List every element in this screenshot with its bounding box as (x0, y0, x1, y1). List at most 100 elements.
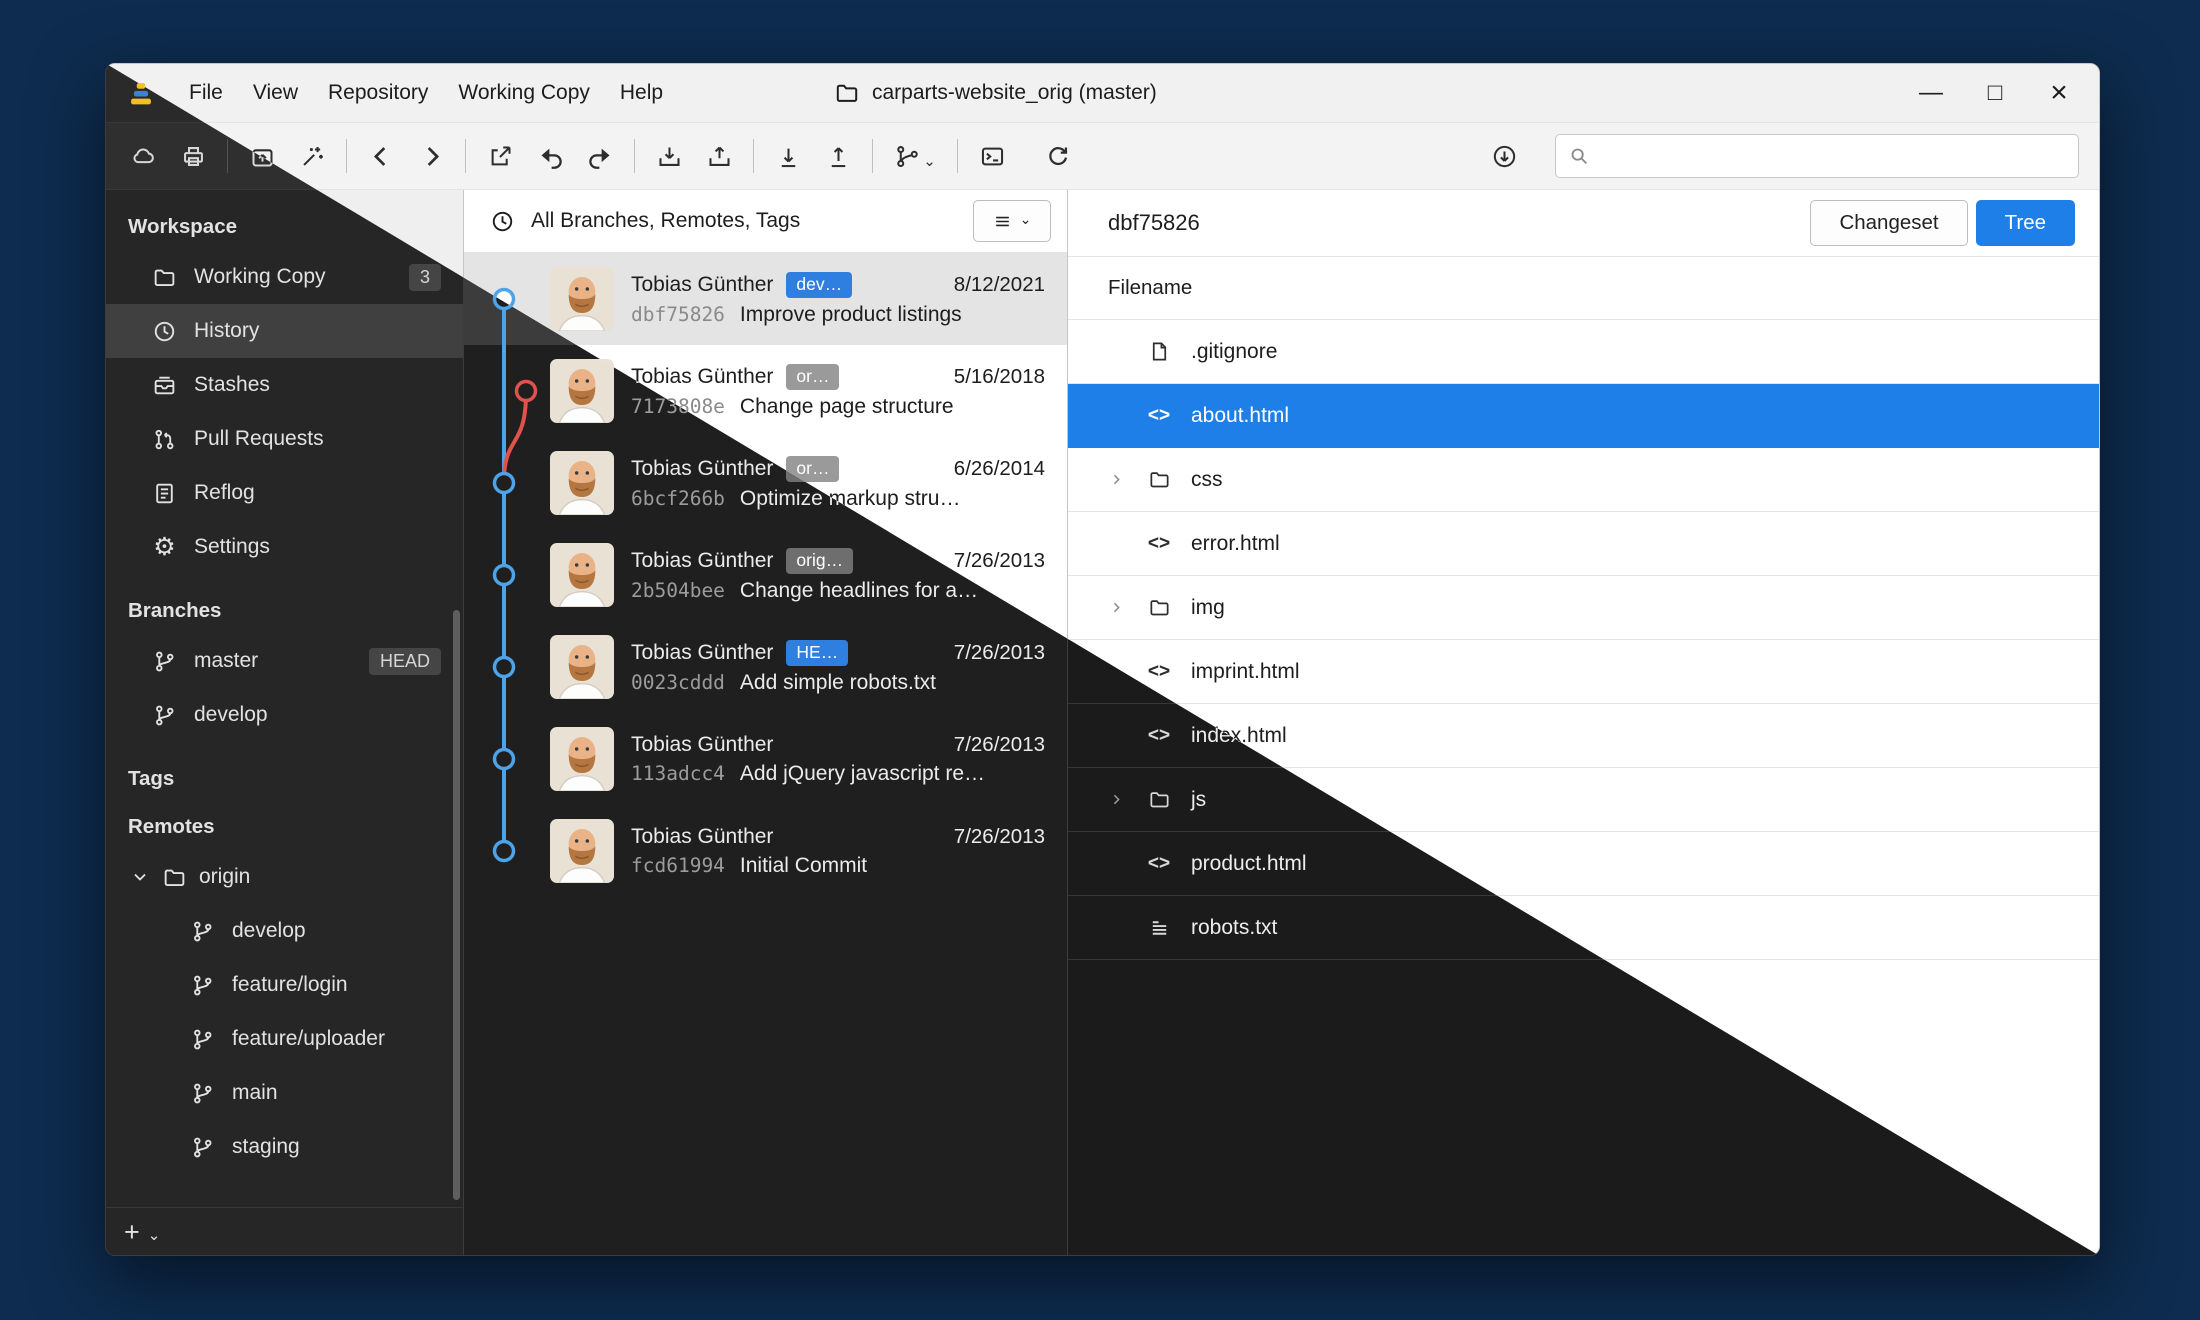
branch-label: feature/uploader (232, 1027, 385, 1051)
commit-content: Tobias Günther 7/26/2013 113adcc4 Add jQ… (631, 733, 1067, 786)
push-button[interactable] (813, 133, 863, 179)
commit-date: 7/26/2013 (954, 549, 1045, 573)
toolbar-separator (753, 139, 754, 173)
branch-badge: or… (786, 364, 839, 390)
sidebar-item-branch-master[interactable]: master HEAD (106, 634, 463, 688)
window-title-text: carparts-website_orig (master) (872, 81, 1157, 105)
sidebar-item-stashes[interactable]: Stashes (106, 358, 463, 412)
chevron-down-icon[interactable] (130, 867, 150, 887)
expand-chevron-icon[interactable] (1108, 599, 1144, 616)
sidebar-item-remote-branch-feature-uploader[interactable]: feature/uploader (106, 1012, 463, 1066)
stash-icon (152, 373, 177, 398)
arrow-down-to-line-icon (775, 143, 802, 170)
commit-row[interactable]: Tobias Günther dev… 8/12/2021 dbf75826 I… (464, 253, 1067, 345)
folder-icon (834, 80, 860, 106)
working-copy-count-badge: 3 (409, 264, 441, 291)
menu-working-copy[interactable]: Working Copy (443, 81, 605, 105)
fetch-button[interactable] (1479, 133, 1529, 179)
document-icon (152, 481, 177, 506)
folder-name: js (1191, 788, 1206, 812)
file-row[interactable]: <> imprint.html (1068, 640, 2099, 704)
commit-date: 6/26/2014 (954, 457, 1045, 481)
print-button[interactable] (168, 133, 218, 179)
commit-content: Tobias Günther dev… 8/12/2021 dbf75826 I… (631, 272, 1067, 327)
tree-button[interactable]: Tree (1976, 200, 2075, 246)
terminal-icon (979, 143, 1006, 170)
file-icon (1144, 340, 1174, 363)
close-button[interactable]: × (2027, 64, 2091, 122)
sidebar-item-history[interactable]: History (106, 304, 463, 358)
sidebar-item-remote-origin[interactable]: origin (106, 850, 463, 904)
changeset-button[interactable]: Changeset (1810, 200, 1967, 246)
undo-arrow-icon (537, 143, 564, 170)
window-title: carparts-website_orig (master) (834, 64, 1157, 122)
filename-column-header: Filename (1068, 256, 2099, 320)
menu-file[interactable]: File (174, 81, 238, 105)
tray-down-icon (656, 143, 683, 170)
folder-row[interactable]: css (1068, 448, 2099, 512)
branch-icon (190, 919, 215, 944)
detail-header: dbf75826 Changeset Tree (1068, 190, 2099, 256)
folder-icon (162, 865, 187, 890)
toolbar-separator (957, 139, 958, 173)
sidebar-item-settings[interactable]: ⚙ Settings (106, 520, 463, 574)
commit-author: Tobias Günther (631, 549, 773, 573)
expand-chevron-icon[interactable] (1108, 791, 1144, 808)
stash-button[interactable] (644, 133, 694, 179)
sidebar-item-reflog[interactable]: Reflog (106, 466, 463, 520)
menu-repository[interactable]: Repository (313, 81, 443, 105)
file-row[interactable]: .gitignore (1068, 320, 2099, 384)
code-file-icon: <> (1144, 661, 1174, 683)
refresh-button[interactable] (1031, 133, 1081, 179)
file-row[interactable]: <> error.html (1068, 512, 2099, 576)
menu-view[interactable]: View (238, 81, 313, 105)
toolbar-separator (346, 139, 347, 173)
search-input[interactable] (1600, 144, 2066, 169)
terminal-button[interactable] (967, 133, 1017, 179)
sidebar-scrollbar[interactable] (453, 610, 460, 1200)
cloud-services-button[interactable] (118, 133, 168, 179)
branch-label: feature/login (232, 973, 348, 997)
history-options-button[interactable]: ⌄ (973, 200, 1051, 242)
undo-button[interactable] (525, 133, 575, 179)
folder-row[interactable]: img (1068, 576, 2099, 640)
sidebar-item-pull-requests[interactable]: Pull Requests (106, 412, 463, 466)
branch-icon (152, 649, 177, 674)
minimize-button[interactable]: — (1899, 64, 1963, 122)
remote-label: origin (199, 865, 250, 889)
window-controls: — □ × (1899, 64, 2091, 122)
quick-actions-button[interactable] (287, 133, 337, 179)
commit-hash: 2b504bee (631, 579, 725, 602)
commit-row[interactable]: Tobias Günther 7/26/2013 113adcc4 Add jQ… (464, 713, 1067, 805)
add-button[interactable]: + (124, 1219, 140, 1246)
folder-name: img (1191, 596, 1225, 620)
commit-row[interactable]: Tobias Günther HE… 7/26/2013 0023cddd Ad… (464, 621, 1067, 713)
branch-label: staging (232, 1135, 300, 1159)
merge-button[interactable]: ⌄ (882, 133, 948, 179)
menu-help[interactable]: Help (605, 81, 678, 105)
apply-stash-button[interactable] (694, 133, 744, 179)
sidebar-item-label: History (194, 319, 259, 343)
sidebar-item-remote-branch-staging[interactable]: staging (106, 1120, 463, 1174)
checkout-button[interactable] (475, 133, 525, 179)
search-icon (1568, 145, 1590, 167)
history-back-button[interactable] (356, 133, 406, 179)
commit-row[interactable]: Tobias Günther 7/26/2013 fcd61994 Initia… (464, 805, 1067, 897)
arrow-up-from-line-icon (825, 143, 852, 170)
maximize-button[interactable]: □ (1963, 64, 2027, 122)
commit-content: Tobias Günther or… 5/16/2018 7173808e Ch… (631, 364, 1067, 419)
sidebar-item-working-copy[interactable]: Working Copy 3 (106, 250, 463, 304)
branch-icon (190, 1135, 215, 1160)
commit-hash: 0023cddd (631, 671, 725, 694)
branch-label: develop (232, 919, 306, 943)
sidebar-item-branch-develop[interactable]: develop (106, 688, 463, 742)
history-forward-button[interactable] (406, 133, 456, 179)
expand-chevron-icon[interactable] (1108, 471, 1144, 488)
file-row[interactable]: <> about.html (1068, 384, 2099, 448)
redo-button[interactable] (575, 133, 625, 179)
sidebar-item-remote-branch-main[interactable]: main (106, 1066, 463, 1120)
sidebar-item-remote-branch-feature-login[interactable]: feature/login (106, 958, 463, 1012)
sidebar-item-remote-branch-develop[interactable]: develop (106, 904, 463, 958)
pull-button[interactable] (763, 133, 813, 179)
chevron-down-icon[interactable]: ⌄ (148, 1226, 161, 1244)
